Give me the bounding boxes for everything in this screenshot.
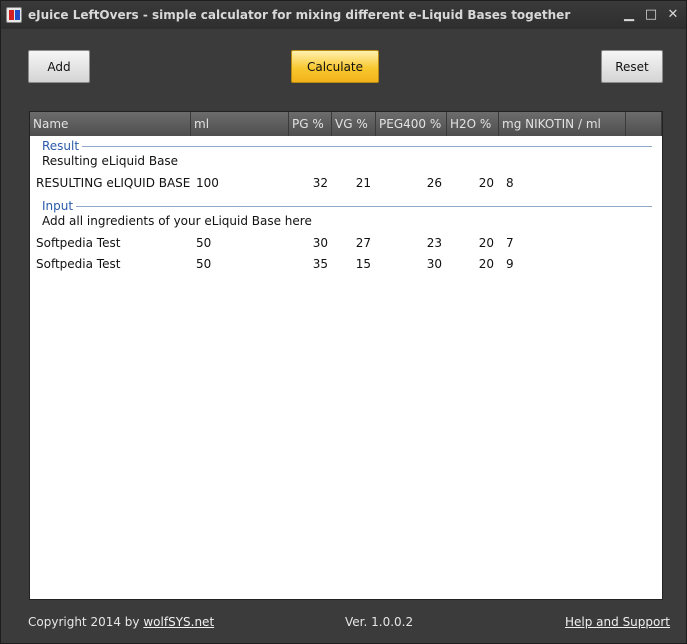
group-description-result: Resulting eLiquid Base	[42, 154, 179, 168]
column-header-name[interactable]: Name	[30, 112, 191, 136]
cell-name: RESULTING eLIQUID BASE	[36, 176, 191, 190]
cell-peg400: 26	[426, 176, 442, 190]
column-header-pg[interactable]: PG %	[289, 112, 332, 136]
group-label-result: Result	[42, 139, 80, 153]
cell-name: Softpedia Test	[36, 236, 121, 250]
group-label-input: Input	[42, 199, 74, 213]
cell-vg: 27	[355, 236, 371, 250]
table-row[interactable]: RESULTING eLIQUID BASE 100 32 21 26 20 8	[30, 176, 662, 196]
ingredients-grid[interactable]: Name ml PG % VG % PEG400 % H2O % mg NIKO…	[29, 111, 663, 600]
window-title: eJuice LeftOvers - simple calculator for…	[28, 8, 571, 22]
title-bar: eJuice LeftOvers - simple calculator for…	[1, 1, 686, 29]
table-row[interactable]: Softpedia Test 50 30 27 23 20 7	[30, 236, 662, 256]
minimize-icon[interactable]: ▁	[621, 7, 637, 23]
copyright-prefix: Copyright 2014 by	[28, 615, 140, 629]
cell-ml: 50	[196, 257, 212, 271]
copyright-text: Copyright 2014 by wolfSYS.net	[28, 615, 214, 629]
grid-header: Name ml PG % VG % PEG400 % H2O % mg NIKO…	[30, 112, 662, 136]
app-window: eJuice LeftOvers - simple calculator for…	[0, 0, 687, 644]
reset-button[interactable]: Reset	[601, 50, 663, 83]
group-divider	[76, 206, 652, 207]
help-support-link[interactable]: Help and Support	[565, 615, 670, 629]
cell-peg400: 23	[426, 236, 442, 250]
cell-ml: 50	[196, 236, 212, 250]
cell-nikotin: 7	[506, 236, 514, 250]
cell-peg400: 30	[426, 257, 442, 271]
column-header-vg[interactable]: VG %	[332, 112, 376, 136]
cell-vg: 15	[355, 257, 371, 271]
column-header-filler	[626, 112, 662, 136]
table-row[interactable]: Softpedia Test 50 35 15 30 20 9	[30, 257, 662, 277]
column-header-ml[interactable]: ml	[191, 112, 289, 136]
cell-pg: 32	[312, 176, 328, 190]
close-icon[interactable]: ✕	[665, 7, 681, 23]
add-button[interactable]: Add	[28, 50, 90, 83]
column-header-peg400[interactable]: PEG400 %	[376, 112, 447, 136]
app-icon	[6, 7, 22, 23]
version-label: Ver. 1.0.0.2	[345, 615, 414, 629]
cell-ml: 100	[196, 176, 219, 190]
cell-vg: 21	[355, 176, 371, 190]
wolfsys-link[interactable]: wolfSYS.net	[143, 615, 214, 629]
cell-h2o: 20	[478, 176, 494, 190]
cell-nikotin: 9	[506, 257, 514, 271]
cell-h2o: 20	[478, 257, 494, 271]
cell-h2o: 20	[478, 236, 494, 250]
column-header-nikotin[interactable]: mg NIKOTIN / ml	[499, 112, 626, 136]
group-divider	[82, 146, 652, 147]
calculate-button[interactable]: Calculate	[291, 50, 379, 83]
cell-name: Softpedia Test	[36, 257, 121, 271]
group-description-input: Add all ingredients of your eLiquid Base…	[42, 214, 312, 228]
cell-pg: 35	[312, 257, 328, 271]
column-header-h2o[interactable]: H2O %	[447, 112, 499, 136]
cell-pg: 30	[312, 236, 328, 250]
maximize-icon[interactable]: □	[643, 7, 659, 23]
cell-nikotin: 8	[506, 176, 514, 190]
